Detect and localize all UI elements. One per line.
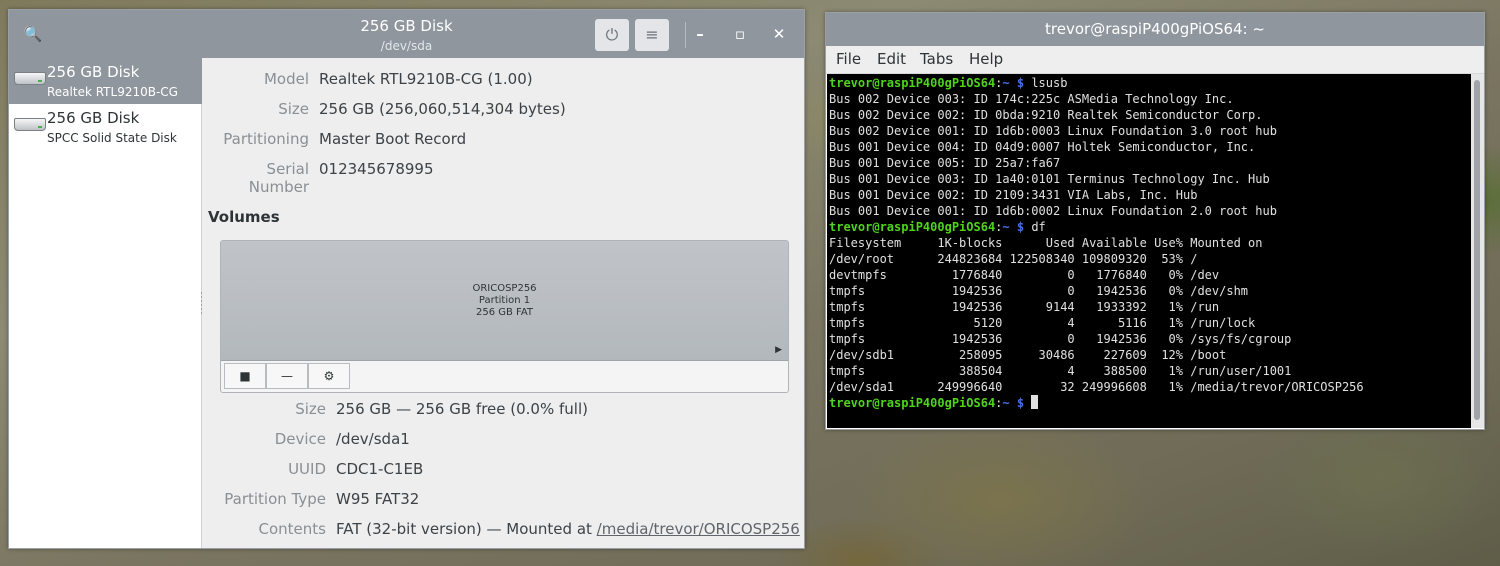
partition-number: Partition 1 xyxy=(478,295,531,306)
hard-drive-icon xyxy=(14,72,46,85)
output-line: Bus 001 Device 002: ID 2109:3431 VIA Lab… xyxy=(829,188,1198,202)
output-line: tmpfs 1942536 0 1942536 0% /dev/shm xyxy=(829,284,1249,298)
power-icon: ⏻ xyxy=(605,25,619,44)
partition-block[interactable]: ORICOSP256 Partition 1 256 GB FAT ▶ xyxy=(221,241,788,361)
model-label: Model xyxy=(263,70,309,88)
size-label: Size xyxy=(278,100,309,118)
output-line: devtmpfs 1776840 0 1776840 0% /dev xyxy=(829,268,1220,282)
serial-number-value: 012345678995 xyxy=(319,160,434,178)
prompt-line: trevor@raspiP400gPiOS64:~ $ df xyxy=(829,220,1046,234)
unmount-button[interactable]: ■ xyxy=(224,363,266,389)
command-text: df xyxy=(1024,220,1046,234)
terminal-scrollbar[interactable] xyxy=(1471,74,1484,428)
uuid-label: UUID xyxy=(288,460,326,478)
titlebar-separator xyxy=(685,22,686,48)
text-cursor xyxy=(1031,395,1039,409)
output-line: Bus 001 Device 001: ID 1d6b:0002 Linux F… xyxy=(829,204,1277,218)
terminal-output[interactable]: trevor@raspiP400gPiOS64:~ $ lsusb Bus 00… xyxy=(827,74,1471,428)
output-line: Bus 001 Device 004: ID 04d9:0007 Holtek … xyxy=(829,140,1256,154)
volume-map: ORICOSP256 Partition 1 256 GB FAT ▶ ■ — … xyxy=(220,240,789,393)
output-line: tmpfs 1942536 0 1942536 0% /sys/fs/cgrou… xyxy=(829,332,1292,346)
output-line: /dev/root 244823684 122508340 109809320 … xyxy=(829,252,1198,266)
play-arrow-icon: ▶ xyxy=(775,345,782,355)
close-button[interactable]: ✕ xyxy=(769,24,789,44)
partition-type-value: W95 FAT32 xyxy=(336,490,420,508)
menu-tabs[interactable]: Tabs xyxy=(920,50,953,68)
output-line: Bus 001 Device 003: ID 1a40:0101 Terminu… xyxy=(829,172,1270,186)
volume-size-value: 256 GB — 256 GB free (0.0% full) xyxy=(336,400,588,418)
maximize-button[interactable]: ▫ xyxy=(730,24,750,44)
output-line: Bus 002 Device 003: ID 174c:225c ASMedia… xyxy=(829,92,1234,106)
disk-details-pane: Model Realtek RTL9210B-CG (1.00) Size 25… xyxy=(202,58,804,548)
minus-icon: — xyxy=(281,369,293,383)
disk-list-item[interactable]: 256 GB Disk Realtek RTL9210B-CG xyxy=(9,58,202,104)
partition-type-label: Partition Type xyxy=(224,490,326,508)
menu-file[interactable]: File xyxy=(836,50,861,68)
delete-partition-button[interactable]: — xyxy=(266,363,308,389)
partitioning-label: Partitioning xyxy=(223,130,309,148)
volume-size-label: Size xyxy=(295,400,326,418)
hamburger-menu-icon: ≡ xyxy=(645,25,659,44)
hard-drive-icon xyxy=(14,118,46,131)
output-line: tmpfs 388504 4 388500 1% /run/user/1001 xyxy=(829,364,1292,378)
output-line: tmpfs 1942536 9144 1933392 1% /run xyxy=(829,300,1220,314)
serial-number-label: Serial Number xyxy=(248,160,309,196)
disk-menu-button[interactable]: ≡ xyxy=(635,19,669,51)
menu-edit[interactable]: Edit xyxy=(877,50,906,68)
output-line: Bus 002 Device 002: ID 0bda:9210 Realtek… xyxy=(829,108,1263,122)
uuid-value: CDC1-C1EB xyxy=(336,460,424,478)
volumes-heading: Volumes xyxy=(208,208,280,226)
prompt-line: trevor@raspiP400gPiOS64:~ $ xyxy=(829,395,1471,411)
stop-icon: ■ xyxy=(239,369,251,383)
output-line: tmpfs 5120 4 5116 1% /run/lock xyxy=(829,316,1256,330)
mount-point-link[interactable]: /media/trevor/ORICOSP256 xyxy=(597,520,800,538)
partitioning-value: Master Boot Record xyxy=(319,130,467,148)
command-text: lsusb xyxy=(1024,76,1068,90)
scrollbar-thumb[interactable] xyxy=(1474,80,1480,420)
disks-window: 🔍 256 GB Disk /dev/sda ⏻ ≡ – ▫ ✕ 256 GB … xyxy=(8,9,805,549)
partition-options-button[interactable]: ⚙ xyxy=(308,363,350,389)
size-value: 256 GB (256,060,514,304 bytes) xyxy=(319,100,566,118)
output-line: Bus 001 Device 005: ID 25a7:fa67 xyxy=(829,156,1061,170)
terminal-menubar: File Edit Tabs Help xyxy=(826,46,1484,74)
device-label: Device xyxy=(274,430,326,448)
contents-label: Contents xyxy=(258,520,326,538)
output-line: /dev/sda1 249996640 32 249996608 1% /med… xyxy=(829,380,1364,394)
disk-model: Realtek RTL9210B-CG xyxy=(47,85,178,99)
terminal-titlebar[interactable]: trevor@raspiP400gPiOS64: ~ xyxy=(826,13,1484,46)
contents-value: FAT (32-bit version) — Mounted at /media… xyxy=(336,520,800,538)
disk-model: SPCC Solid State Disk xyxy=(47,131,177,145)
menu-help[interactable]: Help xyxy=(969,50,1003,68)
terminal-title: trevor@raspiP400gPiOS64: ~ xyxy=(1045,20,1265,38)
disk-list-sidebar: 256 GB Disk Realtek RTL9210B-CG 256 GB D… xyxy=(9,58,202,548)
output-line: /dev/sdb1 258095 30486 227609 12% /boot xyxy=(829,348,1227,362)
partition-size-fs: 256 GB FAT xyxy=(475,307,534,318)
output-line: Bus 002 Device 001: ID 1d6b:0003 Linux F… xyxy=(829,124,1277,138)
device-value: /dev/sda1 xyxy=(336,430,410,448)
disk-list-item[interactable]: 256 GB Disk SPCC Solid State Disk xyxy=(9,104,202,150)
disk-name: 256 GB Disk xyxy=(47,63,140,81)
disk-name: 256 GB Disk xyxy=(47,109,140,127)
model-value: Realtek RTL9210B-CG (1.00) xyxy=(319,70,533,88)
disks-titlebar[interactable]: 🔍 256 GB Disk /dev/sda ⏻ ≡ – ▫ ✕ xyxy=(9,10,804,58)
power-off-button[interactable]: ⏻ xyxy=(595,19,629,51)
prompt-line: trevor@raspiP400gPiOS64:~ $ lsusb xyxy=(829,76,1068,90)
gears-icon: ⚙ xyxy=(323,369,335,383)
partition-label: ORICOSP256 xyxy=(472,283,537,294)
contents-text: FAT (32-bit version) — Mounted at xyxy=(336,520,597,538)
terminal-window: trevor@raspiP400gPiOS64: ~ File Edit Tab… xyxy=(825,12,1485,430)
output-line: Filesystem 1K-blocks Used Available Use%… xyxy=(829,236,1263,250)
minimize-button[interactable]: – xyxy=(690,24,710,44)
